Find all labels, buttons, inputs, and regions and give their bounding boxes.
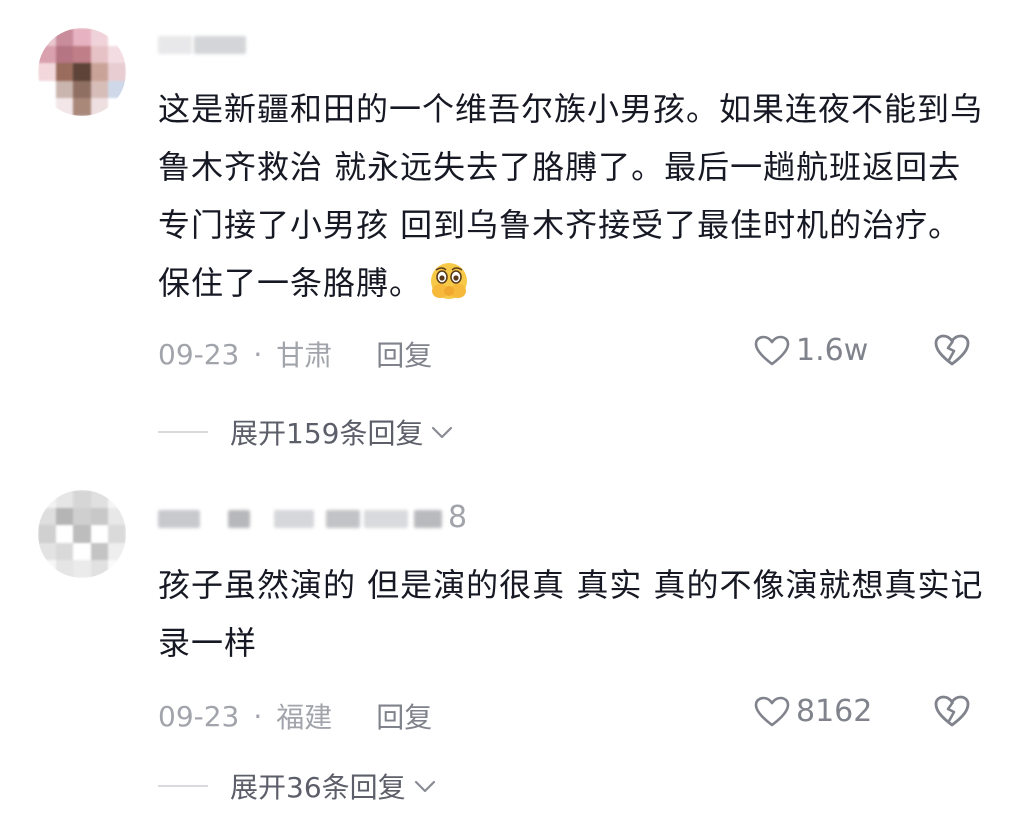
username-visible-part: 8 [448,500,468,535]
dislike-button[interactable] [933,333,971,371]
expand-replies-button[interactable]: 展开36条回复 [158,766,438,806]
divider-line [158,431,208,433]
comment-text: 这是新疆和田的一个维吾尔族小男孩。如果连夜不能到乌鲁木齐救治 就永远失去了胳膊了… [158,80,988,312]
like-button[interactable]: 1.6w [754,333,868,368]
expand-replies-label: 展开159条回复 [230,417,424,450]
avatar[interactable] [38,28,126,116]
chevron-down-icon [414,780,435,793]
comment-location: 福建 [276,701,333,734]
comment-item: 这是新疆和田的一个维吾尔族小男孩。如果连夜不能到乌鲁木齐救治 就永远失去了胳膊了… [0,0,1024,470]
heart-outline-icon [754,335,790,365]
heart-outline-icon [754,696,790,726]
comment-text-content: 这是新疆和田的一个维吾尔族小男孩。如果连夜不能到乌鲁木齐救治 就永远失去了胳膊了… [158,90,984,302]
meta-separator: · [253,337,263,371]
meta-separator: · [253,699,263,733]
like-count: 8162 [796,694,873,729]
chevron-down-icon [432,426,453,439]
expand-replies-label: 展开36条回复 [230,771,406,804]
dislike-button[interactable] [933,694,971,732]
reply-button[interactable]: 回复 [376,334,432,374]
avatar[interactable] [38,490,126,578]
comment-date: 09-23 [158,699,240,733]
comment-meta: 09-23 · 福建 回复 [158,696,432,736]
reply-button[interactable]: 回复 [376,696,432,736]
like-button[interactable]: 8162 [754,694,872,729]
broken-heart-icon [934,695,970,727]
comment-item: 8 孩子虽然演的 但是演的很真 真实 真的不像演就想真实记录一样 09-23 ·… [0,470,1024,816]
face-holding-back-tears-icon [424,260,474,300]
comment-text: 孩子虽然演的 但是演的很真 真实 真的不像演就想真实记录一样 [158,566,984,662]
comment-meta: 09-23 · 甘肃 回复 [158,334,432,374]
broken-heart-icon [934,334,970,366]
like-count: 1.6w [796,333,869,368]
comment-location: 甘肃 [276,339,333,372]
comment-date: 09-23 [158,337,240,371]
divider-line [158,785,208,787]
expand-replies-button[interactable]: 展开159条回复 [158,412,455,452]
